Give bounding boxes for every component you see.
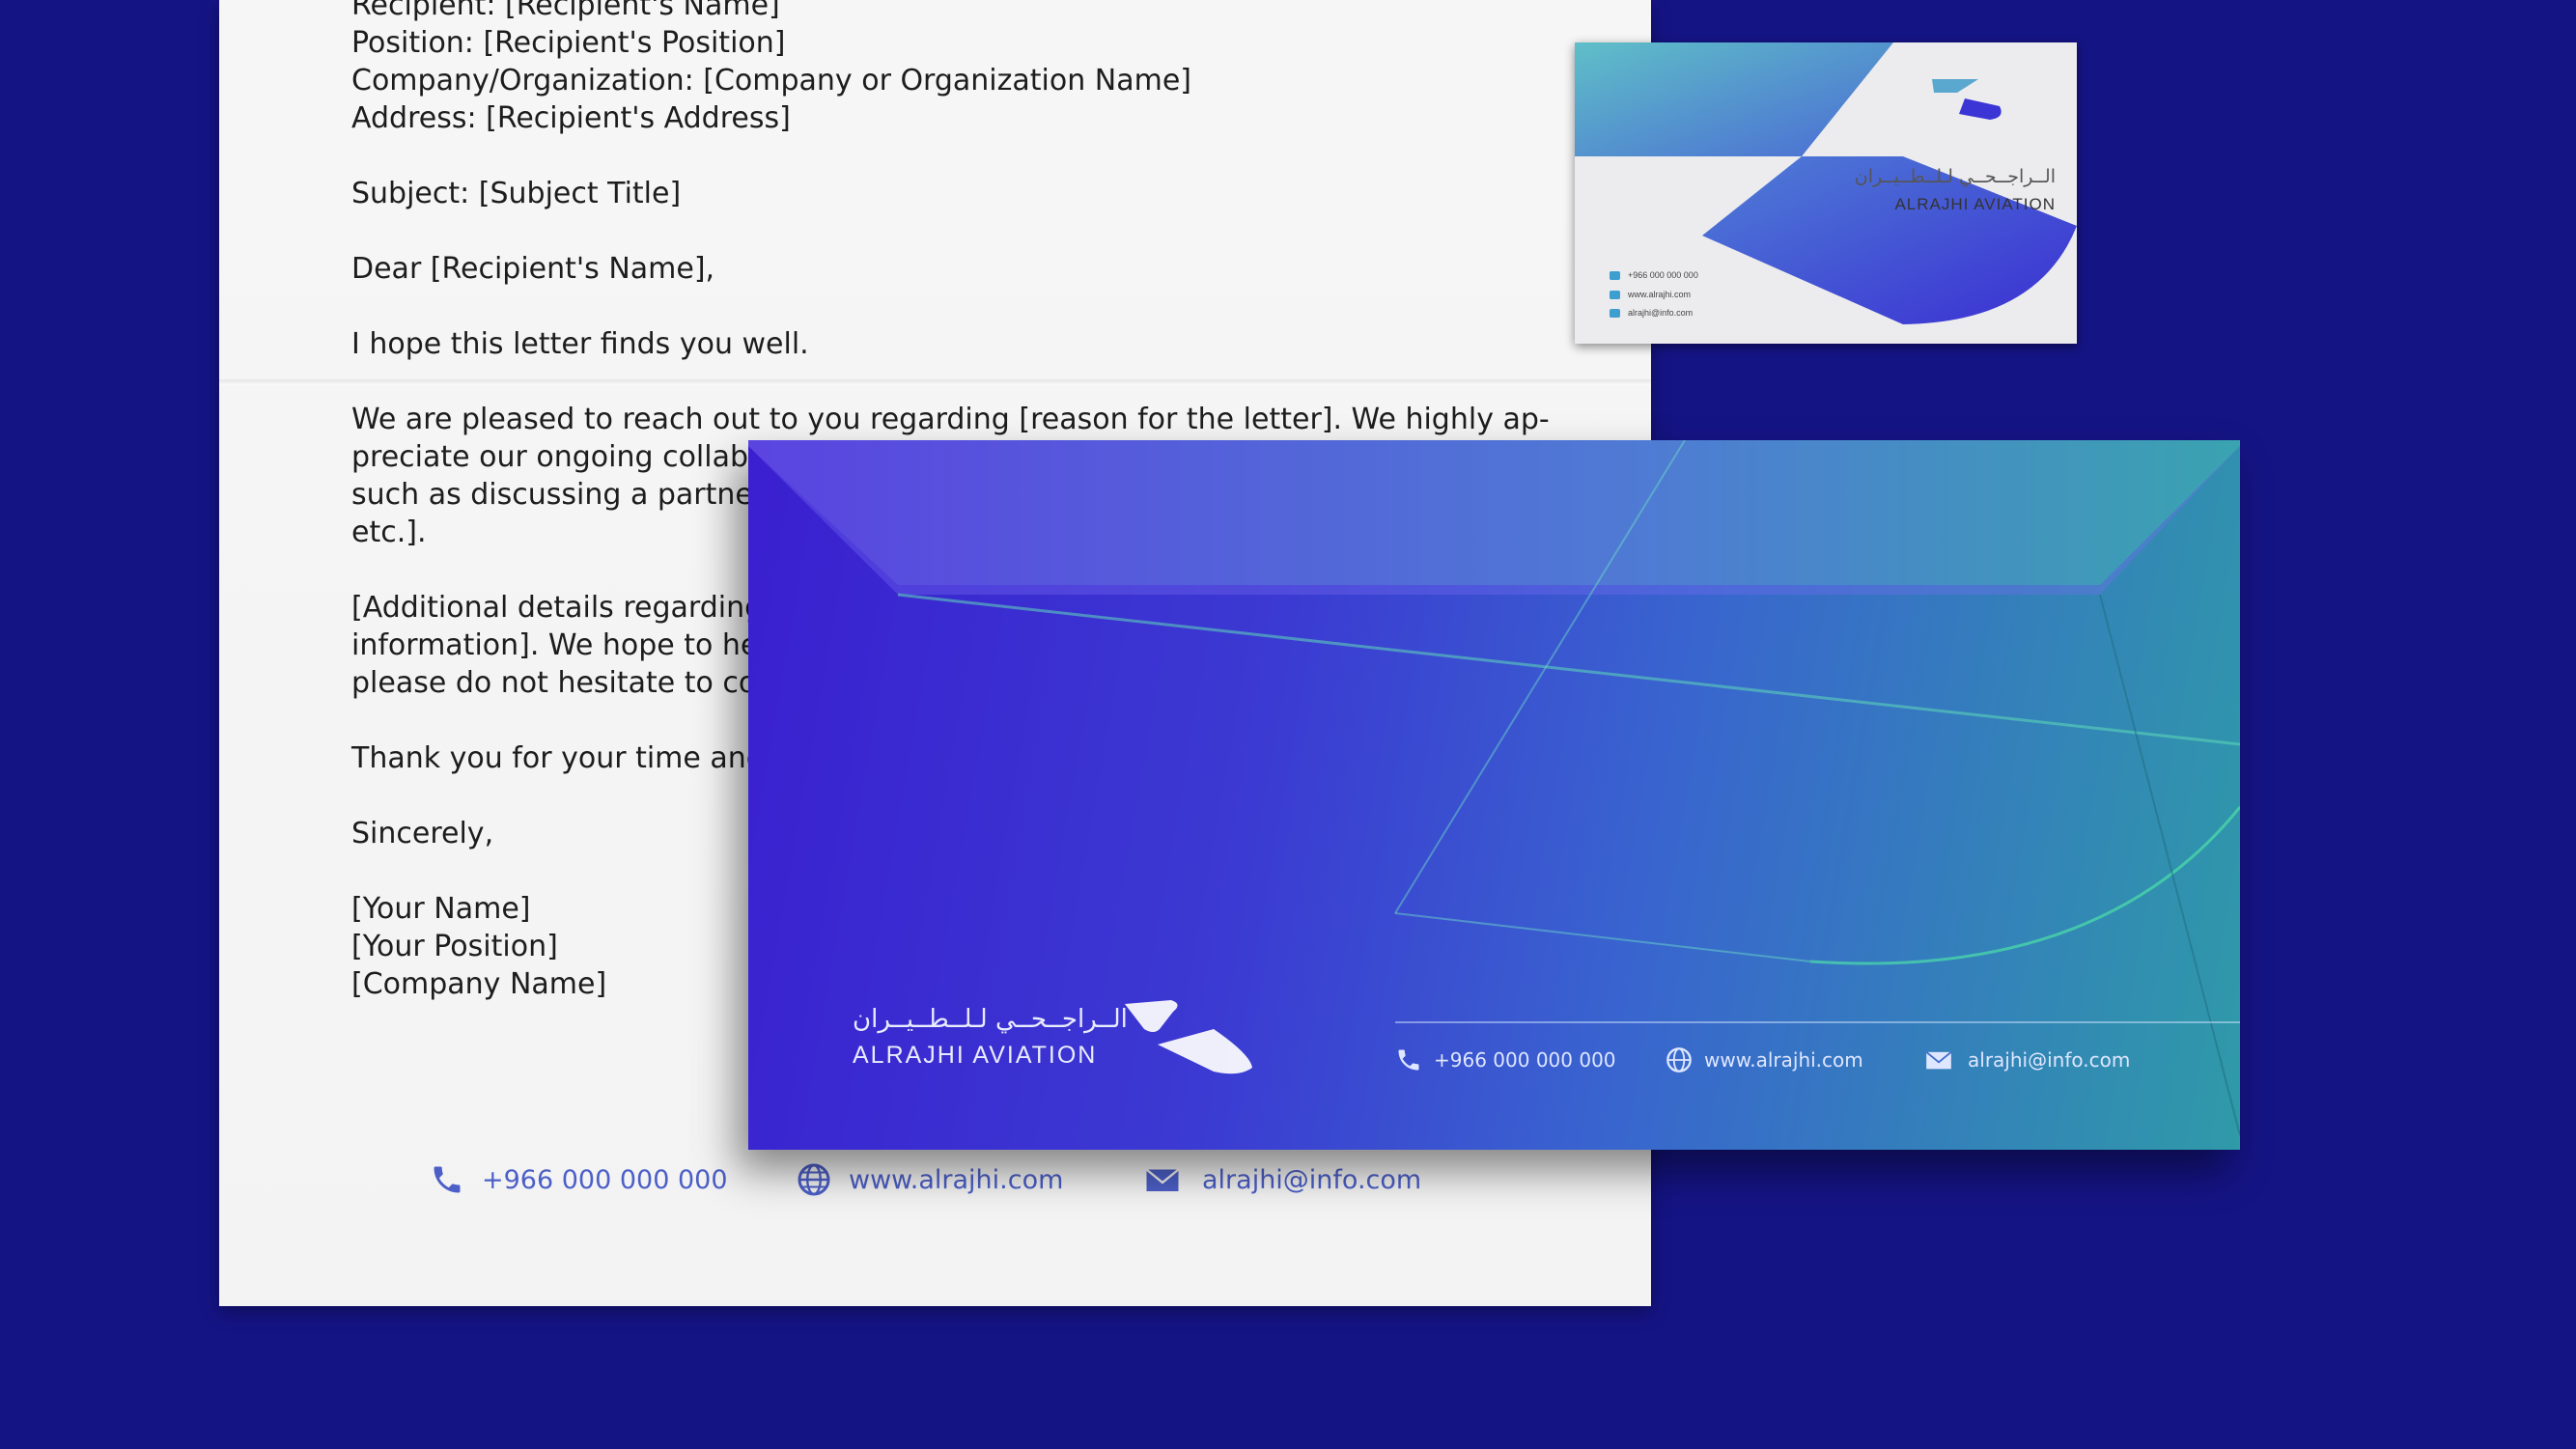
letter-line: Company/Organization: [Company or Organi… [351, 64, 1191, 98]
card-phone-text: +966 000 000 000 [1628, 270, 1698, 280]
envelope-brand-name: ALRAJHI AVIATION [853, 1042, 1098, 1069]
mail-icon [1925, 1051, 1952, 1070]
envelope-email-text: alrajhi@info.com [1968, 1048, 2131, 1072]
globe-icon [1666, 1047, 1692, 1073]
letter-line: Position: [Recipient's Position] [351, 26, 786, 60]
letter-email: alrajhi@info.com [1140, 1162, 1421, 1197]
letter-line: Address: [Recipient's Address] [351, 101, 791, 135]
envelope-phone: +966 000 000 000 [1395, 1046, 1616, 1073]
mail-icon [1145, 1168, 1180, 1191]
phone-icon [434, 1166, 461, 1193]
letter-line: Dear [Recipient's Name], [351, 252, 715, 286]
envelope-divider [1395, 1021, 2240, 1023]
mail-icon [1610, 308, 1620, 318]
letter-line: I hope this letter finds you well. [351, 327, 809, 361]
envelope-web: www.alrajhi.com [1666, 1046, 1863, 1073]
letter-phone: +966 000 000 000 [430, 1162, 728, 1197]
globe-icon [798, 1163, 830, 1196]
envelope: الــراجــحــي لـلــطــيــران ALRAJHI AVI… [748, 440, 2240, 1150]
phone-icon [1398, 1049, 1419, 1071]
envelope-email: alrajhi@info.com [1921, 1046, 2130, 1073]
letter-phone-text: +966 000 000 000 [482, 1164, 728, 1195]
letter-line: Subject: [Subject Title] [351, 177, 682, 210]
card-web: www.alrajhi.com [1610, 290, 1691, 299]
envelope-phone-text: +966 000 000 000 [1434, 1048, 1616, 1072]
letter-web: www.alrajhi.com [797, 1162, 1063, 1197]
envelope-web-text: www.alrajhi.com [1704, 1048, 1863, 1072]
card-phone: +966 000 000 000 [1610, 270, 1698, 280]
letter-line: We are pleased to reach out to you regar… [351, 403, 1550, 436]
card-brand-name: ALRAJHI AVIATION [1894, 195, 2056, 213]
letter-footer: +966 000 000 000 www.alrajhi.com alrajhi… [219, 1162, 1651, 1205]
letter-email-text: alrajhi@info.com [1202, 1164, 1422, 1195]
card-brand-arabic: الــراجــحــي لـلــطــيــران [1854, 166, 2056, 187]
letter-line: Recipient: [Recipient's Name] [351, 0, 780, 22]
phone-icon [1610, 270, 1620, 280]
letter-web-text: www.alrajhi.com [849, 1164, 1064, 1195]
envelope-logo-mark [1125, 1000, 1252, 1074]
card-email-text: alrajhi@info.com [1628, 308, 1694, 318]
globe-icon [1610, 290, 1620, 299]
business-card: الــراجــحــي لـلــطــيــران ALRAJHI AVI… [1575, 42, 2077, 344]
card-web-text: www.alrajhi.com [1628, 290, 1692, 299]
envelope-brand-arabic: الــراجــحــي لـلــطــيــران [853, 1005, 1128, 1034]
card-email: alrajhi@info.com [1610, 308, 1693, 318]
